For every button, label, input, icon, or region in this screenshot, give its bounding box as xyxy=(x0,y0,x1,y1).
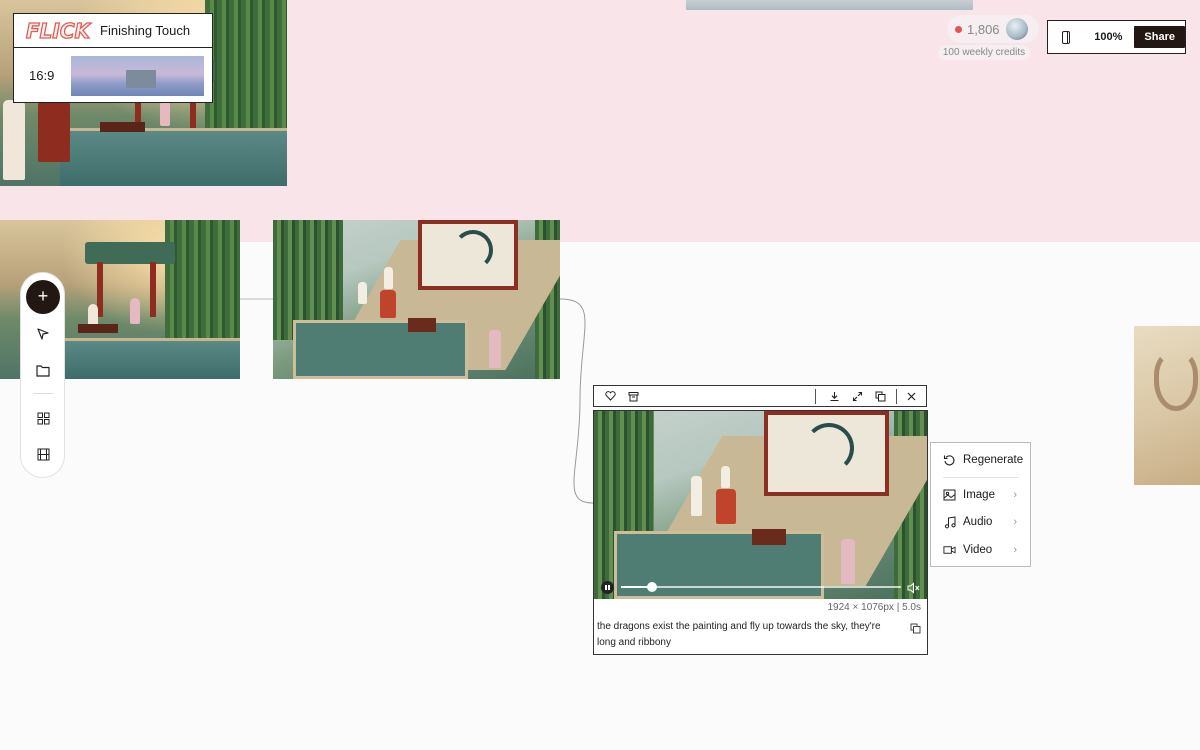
rail-divider xyxy=(33,393,53,394)
generate-menu: Regenerate Image › Audio › Video › xyxy=(930,442,1031,567)
share-button[interactable]: Share xyxy=(1134,26,1185,48)
zoom-level[interactable]: 100% xyxy=(1094,31,1122,43)
flick-logo[interactable]: FLICK xyxy=(25,18,90,43)
menu-divider xyxy=(943,477,1019,478)
folder-icon[interactable] xyxy=(34,361,52,379)
duplicate-icon[interactable] xyxy=(873,389,887,403)
mute-icon[interactable] xyxy=(907,581,921,594)
tool-rail: + xyxy=(20,272,65,478)
download-icon[interactable] xyxy=(827,389,841,403)
toolbar-divider xyxy=(815,389,816,404)
credit-status-dot xyxy=(955,25,962,33)
heart-icon[interactable] xyxy=(603,389,617,403)
project-card[interactable]: FLICK Finishing Touch 16:9 xyxy=(13,13,213,103)
chevron-right-icon: › xyxy=(1013,516,1017,528)
menu-item-regenerate[interactable]: Regenerate xyxy=(943,451,1027,469)
regenerate-icon xyxy=(943,454,956,467)
credits-badge[interactable]: 1,806 xyxy=(947,15,1039,43)
video-progress-bar[interactable] xyxy=(621,582,901,592)
project-title[interactable]: Finishing Touch xyxy=(100,23,190,38)
menu-item-label: Image xyxy=(963,489,995,501)
sidebar-toggle-icon[interactable] xyxy=(1062,30,1071,44)
add-node-button[interactable]: + xyxy=(26,280,60,314)
video-preview[interactable] xyxy=(594,411,927,599)
close-icon[interactable] xyxy=(904,389,918,403)
toolbar-divider xyxy=(896,389,897,404)
project-header: FLICK Finishing Touch xyxy=(14,14,212,48)
node-toolbar xyxy=(593,385,927,407)
menu-item-label: Video xyxy=(963,544,993,556)
video-camera-icon xyxy=(943,544,956,557)
video-dimensions: 1924 × 1076px | 5.0s xyxy=(827,602,921,613)
top-toolbar: 100% Share xyxy=(1047,20,1186,54)
credits-count: 1,806 xyxy=(967,21,1000,37)
selected-video-node[interactable]: 1924 × 1076px | 5.0s the dragons exist t… xyxy=(593,410,928,655)
archive-icon[interactable] xyxy=(626,389,640,403)
weekly-credits-label: 100 weekly credits xyxy=(938,45,1030,60)
project-cover-thumbnail[interactable] xyxy=(71,55,204,96)
chevron-right-icon: › xyxy=(1013,544,1017,556)
canvas-image-topview-1[interactable] xyxy=(273,220,560,379)
canvas-image-top-strip[interactable] xyxy=(686,0,973,10)
video-progress-knob[interactable] xyxy=(646,582,657,592)
prompt-text[interactable]: the dragons exist the painting and fly u… xyxy=(597,619,897,651)
pause-icon[interactable] xyxy=(601,581,614,594)
menu-item-video[interactable]: Video › xyxy=(943,541,1027,559)
chevron-right-icon: › xyxy=(1013,489,1017,501)
copy-icon[interactable] xyxy=(910,621,921,634)
menu-item-label: Regenerate xyxy=(963,454,1024,466)
expand-icon[interactable] xyxy=(850,389,864,403)
aspect-ratio-row: 16:9 xyxy=(14,48,212,103)
menu-item-audio[interactable]: Audio › xyxy=(943,513,1027,531)
image-icon xyxy=(943,489,956,502)
menu-item-label: Audio xyxy=(963,516,993,528)
grid-icon[interactable] xyxy=(34,409,52,427)
canvas-image-right-partial[interactable] xyxy=(1134,326,1200,485)
music-note-icon xyxy=(943,515,956,529)
aspect-ratio-label[interactable]: 16:9 xyxy=(29,68,71,83)
avatar[interactable] xyxy=(1006,18,1028,40)
menu-item-image[interactable]: Image › xyxy=(943,486,1027,504)
film-icon[interactable] xyxy=(34,445,52,463)
video-controls xyxy=(594,579,927,599)
cursor-icon[interactable] xyxy=(34,325,52,343)
